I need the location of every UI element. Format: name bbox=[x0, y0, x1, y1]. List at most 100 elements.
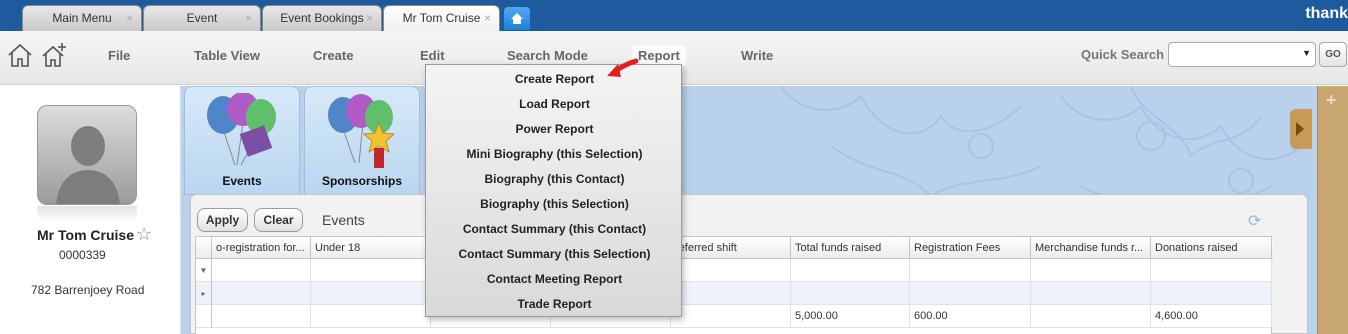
module-events[interactable]: Events bbox=[184, 86, 300, 195]
plus-icon[interactable]: + bbox=[1326, 90, 1337, 111]
contact-address: 782 Barrenjoey Road bbox=[31, 283, 145, 297]
column-header[interactable]: Merchandise funds r... bbox=[1031, 237, 1151, 259]
total-cell bbox=[212, 305, 311, 328]
balloons-envelope-icon bbox=[207, 93, 276, 166]
total-cell-donations: 4,600.00 bbox=[1151, 305, 1272, 328]
row-expand-icon[interactable]: ▸ bbox=[196, 282, 212, 305]
column-header[interactable]: Total funds raised bbox=[791, 237, 910, 259]
column-header[interactable]: Under 18 bbox=[311, 237, 431, 259]
chevron-right-icon bbox=[1296, 122, 1304, 136]
filter-row[interactable]: ▼ bbox=[196, 259, 1273, 282]
filter-cell[interactable] bbox=[212, 259, 311, 282]
menu-item-contact-meeting-report[interactable]: Contact Meeting Report bbox=[426, 267, 683, 292]
module-label: Sponsorships bbox=[321, 174, 402, 188]
total-cell-registration-fees: 600.00 bbox=[910, 305, 1031, 328]
tab-label: Main Menu bbox=[52, 11, 112, 25]
right-side-rail: + bbox=[1317, 86, 1348, 334]
contact-id: 0000339 bbox=[59, 248, 106, 262]
filter-cell[interactable] bbox=[1031, 259, 1151, 282]
contact-name: Mr Tom Cruise bbox=[37, 227, 134, 243]
table-cell bbox=[1031, 282, 1151, 305]
menu-item-mini-biography-selection[interactable]: Mini Biography (this Selection) bbox=[426, 142, 683, 167]
filter-icon: ▼ bbox=[196, 259, 212, 282]
table-cell bbox=[311, 282, 431, 305]
menu-item-contact-summary-selection[interactable]: Contact Summary (this Selection) bbox=[426, 242, 683, 267]
tab-label: Event bbox=[186, 11, 218, 25]
column-header[interactable]: Registration Fees bbox=[910, 237, 1031, 259]
menu-edit[interactable]: Edit bbox=[420, 48, 445, 63]
apply-button[interactable]: Apply bbox=[197, 208, 248, 232]
menu-item-load-report[interactable]: Load Report bbox=[426, 92, 683, 117]
column-header[interactable]: Donations raised bbox=[1151, 237, 1272, 259]
menu-write[interactable]: Write bbox=[741, 48, 773, 63]
home-icon bbox=[511, 13, 523, 24]
table-cell bbox=[910, 282, 1031, 305]
add-home-icon[interactable] bbox=[40, 41, 68, 69]
filter-cell[interactable] bbox=[311, 259, 431, 282]
star-icon[interactable]: ☆ bbox=[136, 224, 152, 245]
total-cell bbox=[671, 305, 791, 328]
close-icon[interactable]: × bbox=[245, 6, 252, 30]
filter-cell[interactable] bbox=[1151, 259, 1272, 282]
module-sponsorships[interactable]: Sponsorships bbox=[304, 86, 420, 195]
tab-label: Event Bookings bbox=[280, 11, 364, 25]
menu-table-view[interactable]: Table View bbox=[194, 48, 260, 63]
quick-search-label: Quick Search bbox=[1081, 47, 1165, 62]
menu-file[interactable]: File bbox=[108, 48, 130, 63]
avatar-reflection bbox=[37, 206, 137, 222]
home-tab-button[interactable] bbox=[503, 6, 531, 31]
row-marker-blank bbox=[196, 305, 212, 328]
menu-item-biography-contact[interactable]: Biography (this Contact) bbox=[426, 167, 683, 192]
table-cell bbox=[671, 282, 791, 305]
menu-report[interactable]: Report bbox=[632, 45, 686, 66]
menu-item-biography-selection[interactable]: Biography (this Selection) bbox=[426, 192, 683, 217]
clear-button[interactable]: Clear bbox=[254, 208, 303, 232]
tab-main-menu[interactable]: Main Menu × bbox=[22, 5, 142, 31]
balloons-medal-icon bbox=[328, 94, 396, 168]
tab-bar: Main Menu × Event × Event Bookings × Mr … bbox=[0, 0, 1348, 32]
events-grid: o-registration for... Under 18 referred … bbox=[195, 236, 1273, 334]
column-header[interactable]: referred shift bbox=[671, 237, 791, 259]
tab-event[interactable]: Event × bbox=[143, 5, 261, 31]
menu-search-mode[interactable]: Search Mode bbox=[507, 48, 588, 63]
tab-label: Mr Tom Cruise bbox=[402, 11, 481, 25]
refresh-icon[interactable]: ⟳ bbox=[1248, 211, 1261, 231]
chevron-down-icon: ▼ bbox=[1302, 48, 1311, 58]
red-arrow-icon bbox=[607, 58, 639, 77]
grid-corner bbox=[196, 237, 212, 259]
menu-item-trade-report[interactable]: Trade Report bbox=[426, 292, 683, 317]
column-header[interactable]: o-registration for... bbox=[212, 237, 311, 259]
tab-mr-tom-cruise[interactable]: Mr Tom Cruise × bbox=[383, 5, 500, 32]
menu-item-create-report[interactable]: Create Report bbox=[426, 67, 683, 92]
module-label: Events bbox=[222, 174, 262, 188]
close-icon[interactable]: × bbox=[126, 6, 133, 30]
home-icon[interactable] bbox=[6, 41, 34, 69]
total-cell bbox=[311, 305, 431, 328]
collapse-handle[interactable] bbox=[1290, 109, 1312, 149]
contact-sidebar: Mr Tom Cruise ☆ 0000339 782 Barrenjoey R… bbox=[0, 86, 181, 334]
grid-header: o-registration for... Under 18 referred … bbox=[196, 237, 1273, 259]
filter-cell[interactable] bbox=[791, 259, 910, 282]
close-icon[interactable]: × bbox=[366, 6, 373, 30]
menu-item-contact-summary-contact[interactable]: Contact Summary (this Contact) bbox=[426, 217, 683, 242]
close-icon[interactable]: × bbox=[484, 6, 491, 30]
menu-create[interactable]: Create bbox=[313, 48, 353, 63]
avatar bbox=[37, 105, 137, 205]
person-silhouette-icon bbox=[56, 126, 120, 204]
main-workspace: Events Sponsorships Apply Clear Events ⟳… bbox=[181, 86, 1317, 334]
table-cell bbox=[1151, 282, 1272, 305]
menu-item-power-report[interactable]: Power Report bbox=[426, 117, 683, 142]
filter-cell[interactable] bbox=[910, 259, 1031, 282]
total-cell-funds-raised: 5,000.00 bbox=[791, 305, 910, 328]
go-button[interactable]: GO bbox=[1319, 42, 1347, 67]
tab-event-bookings[interactable]: Event Bookings × bbox=[262, 5, 382, 31]
totals-row: 5,000.00 600.00 4,600.00 bbox=[196, 305, 1273, 328]
filter-cell[interactable] bbox=[671, 259, 791, 282]
panel-title: Events bbox=[322, 212, 365, 228]
brand-logo-text: thank bbox=[1305, 5, 1348, 22]
events-panel: Apply Clear Events ⟳ o-registration for.… bbox=[190, 194, 1308, 334]
quick-search-select[interactable]: ▼ bbox=[1168, 42, 1316, 67]
table-cell bbox=[212, 282, 311, 305]
report-dropdown-menu: Create Report Load Report Power Report M… bbox=[425, 64, 682, 317]
table-row[interactable]: ▸ bbox=[196, 282, 1273, 305]
